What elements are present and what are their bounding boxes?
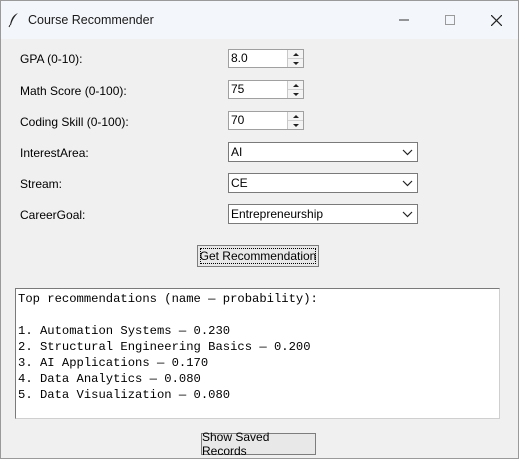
feather-icon: [8, 13, 18, 28]
maximize-button[interactable]: [427, 1, 473, 39]
interest-area-select[interactable]: AI: [228, 142, 418, 162]
output-line: 2. Structural Engineering Basics — 0.200: [18, 340, 311, 354]
output-line: 3. AI Applications — 0.170: [18, 356, 209, 370]
math-score-label: Math Score (0-100):: [20, 84, 127, 98]
arrow-up-icon: [292, 83, 299, 87]
math-decrement-button[interactable]: [288, 90, 303, 98]
arrow-down-icon: [292, 61, 299, 65]
stream-label: Stream:: [20, 177, 63, 191]
output-line: 4. Data Analytics — 0.080: [18, 372, 201, 386]
coding-spin-buttons: [287, 112, 303, 129]
math-spin-buttons: [287, 81, 303, 98]
output-line: 5. Data Visualization — 0.080: [18, 388, 231, 402]
chevron-down-icon[interactable]: [402, 177, 413, 189]
arrow-down-icon: [292, 92, 299, 96]
math-increment-button[interactable]: [288, 81, 303, 90]
show-saved-records-button[interactable]: Show Saved Records: [201, 430, 316, 458]
close-icon: [490, 14, 502, 26]
close-button[interactable]: [473, 1, 518, 39]
gpa-spin-buttons: [287, 50, 303, 67]
minimize-icon: [399, 19, 409, 21]
get-recommendation-button[interactable]: Get Recommendation: [197, 245, 319, 267]
maximize-icon: [445, 15, 455, 25]
chevron-down-icon[interactable]: [402, 208, 413, 220]
coding-skill-label: Coding Skill (0-100):: [20, 115, 129, 129]
coding-increment-button[interactable]: [288, 112, 303, 121]
interest-area-value: AI: [231, 145, 243, 159]
gpa-decrement-button[interactable]: [288, 59, 303, 67]
stream-select[interactable]: CE: [228, 173, 418, 193]
title-bar[interactable]: Course Recommender: [1, 1, 518, 39]
stream-value: CE: [231, 176, 248, 190]
career-goal-value: Entrepreneurship: [231, 207, 324, 221]
coding-skill-spinbox[interactable]: 70: [228, 111, 304, 130]
arrow-up-icon: [292, 52, 299, 56]
career-goal-select[interactable]: Entrepreneurship: [228, 204, 418, 224]
gpa-value[interactable]: 8.0: [231, 51, 248, 65]
coding-skill-value[interactable]: 70: [231, 113, 244, 127]
recommendations-output[interactable]: Top recommendations (name — probability)…: [15, 288, 500, 419]
interest-area-label: InterestArea:: [20, 146, 89, 160]
gpa-increment-button[interactable]: [288, 50, 303, 59]
arrow-up-icon: [292, 114, 299, 118]
math-score-spinbox[interactable]: 75: [228, 80, 304, 99]
gpa-label: GPA (0-10):: [20, 52, 83, 66]
chevron-down-icon[interactable]: [402, 146, 413, 158]
app-window: Course Recommender GPA (0-10): 8.0 Math …: [0, 0, 519, 459]
minimize-button[interactable]: [381, 1, 427, 39]
math-score-value[interactable]: 75: [231, 82, 244, 96]
arrow-down-icon: [292, 123, 299, 127]
career-goal-label: CareerGoal:: [20, 208, 86, 222]
gpa-spinbox[interactable]: 8.0: [228, 49, 304, 68]
focus-ring: [200, 248, 316, 264]
output-header: Top recommendations (name — probability)…: [18, 292, 318, 306]
show-saved-records-label: Show Saved Records: [202, 430, 270, 458]
output-line: 1. Automation Systems — 0.230: [18, 324, 231, 338]
window-title: Course Recommender: [28, 13, 154, 27]
coding-decrement-button[interactable]: [288, 121, 303, 129]
